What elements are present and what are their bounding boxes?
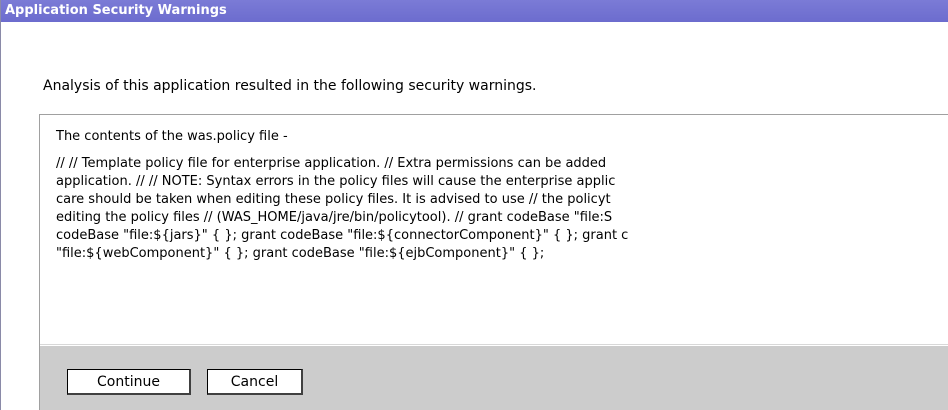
page-title: Application Security Warnings [5,3,227,18]
policy-text-line: codeBase "file:${jars}" { }; grant codeB… [56,228,629,243]
security-warnings-page: Application Security Warnings Analysis o… [0,0,948,410]
policy-text-line: // // Template policy file for enterpris… [56,156,607,171]
panel-divider [40,344,948,345]
continue-button[interactable]: Continue [67,369,191,395]
cancel-button[interactable]: Cancel [207,369,303,395]
warnings-panel: The contents of the was.policy file - //… [39,114,948,410]
intro-text: Analysis of this application resulted in… [43,78,537,94]
policy-text-line: editing the policy files // (WAS_HOME/ja… [56,210,613,225]
panel-heading: The contents of the was.policy file - [56,129,288,144]
policy-text-line: application. // // NOTE: Syntax errors i… [56,174,616,189]
page-title-bar: Application Security Warnings [1,0,948,22]
policy-file-contents: // // Template policy file for enterpris… [56,155,948,263]
policy-text-line: care should be taken when editing these … [56,192,611,207]
policy-text-line: "file:${webComponent}" { }; grant codeBa… [56,246,545,261]
